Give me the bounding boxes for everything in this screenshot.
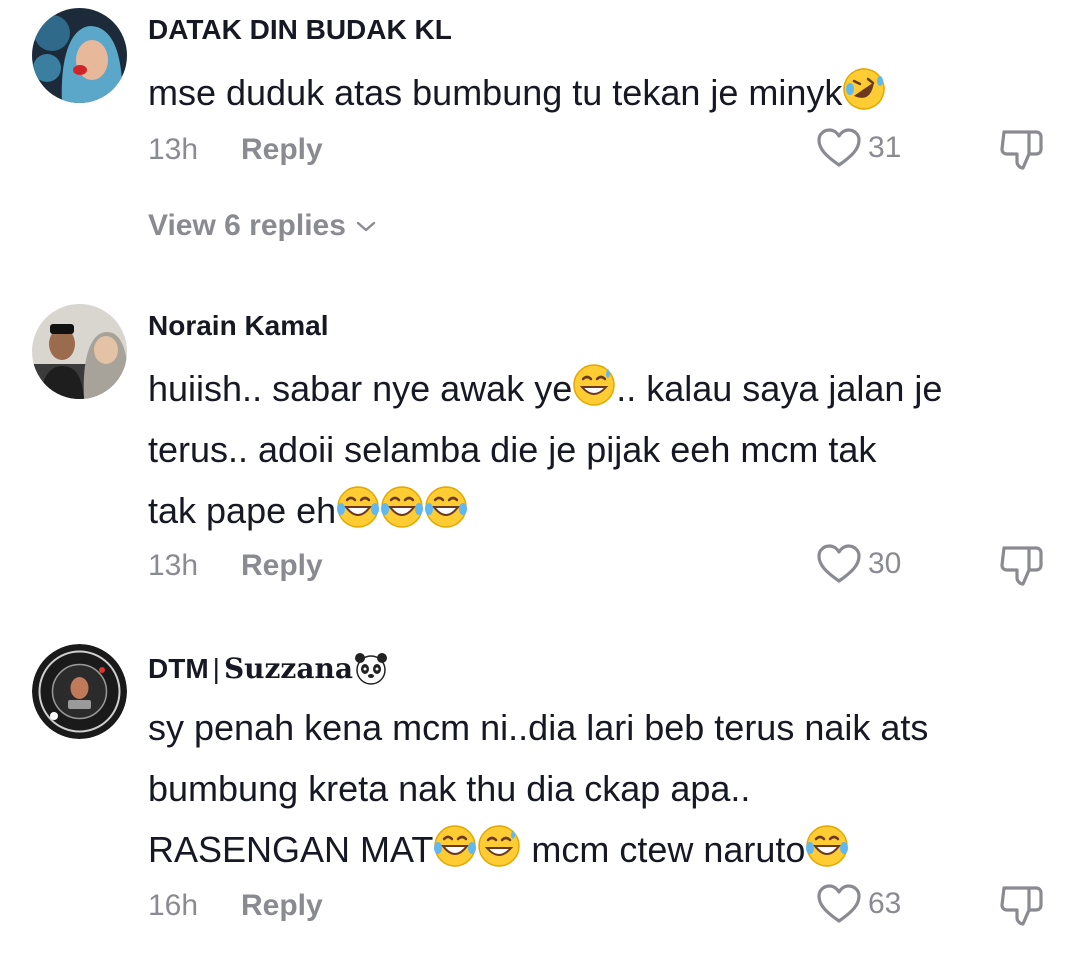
view-replies-label: View 6 replies [148,209,346,242]
like-count: 30 [868,547,902,580]
comment-time: 13h [148,133,199,166]
comment-line: RASENGAN MAT [148,829,434,870]
username-prefix: DTM [148,653,209,684]
like-button[interactable]: 30 [816,541,901,587]
thumbs-down-icon [1000,546,1043,586]
reply-button[interactable]: Reply [241,889,323,923]
thumbs-down-icon [1000,130,1043,170]
like-count: 63 [868,887,902,920]
reply-button[interactable]: Reply [241,549,323,583]
heart-icon [817,128,861,167]
username[interactable]: DTM | Suzzana [148,650,389,686]
like-button[interactable]: 63 [816,881,901,927]
avatar[interactable] [32,304,127,399]
dislike-button[interactable] [998,542,1044,588]
rofl-emoji-icon [842,67,886,111]
comment-text: mse duduk atas bumbung tu tekan je minyk [148,62,1058,123]
username-separator: | [212,653,220,684]
thumbs-down-icon [1000,886,1043,926]
tears-of-joy-emoji-icon [433,824,477,868]
comment-text: huiish.. sabar nye awak ye .. kalau saya … [148,358,1058,541]
heart-icon [817,544,861,583]
comment-time: 13h [148,549,199,582]
dislike-button[interactable] [998,882,1044,928]
comment-line: bumbung kreta nak thu dia ckap apa.. [148,768,751,809]
comment-time: 16h [148,889,199,922]
username[interactable]: DATAK DIN BUDAK KL [148,14,452,46]
view-replies-button[interactable]: View 6 replies [148,209,378,243]
comment-line-tail: mcm ctew naruto [521,829,806,870]
comment-line: mse duduk atas bumbung tu tekan je minyk [148,72,843,113]
comment-line: sy penah kena mcm ni..dia lari beb terus… [148,707,929,748]
avatar[interactable] [32,644,127,739]
chevron-down-icon [356,221,376,232]
username-styled: Suzzana [223,652,353,685]
tears-of-joy-emoji-icon [805,824,849,868]
tears-of-joy-emoji-icon [336,485,380,529]
tears-of-joy-emoji-icon [380,485,424,529]
sweat-smile-emoji-icon [477,824,521,868]
username[interactable]: Norain Kamal [148,310,329,342]
like-count: 31 [868,131,902,164]
comment-line: tak pape eh [148,490,337,531]
comment-text: sy penah kena mcm ni..dia lari beb terus… [148,697,1058,880]
tears-of-joy-emoji-icon [424,485,468,529]
avatar[interactable] [32,8,127,103]
dislike-button[interactable] [998,126,1044,172]
sweat-smile-emoji-icon [572,363,616,407]
comment-line: huiish.. sabar nye awak ye [148,368,573,409]
reply-button[interactable]: Reply [241,133,323,167]
comment-line: terus.. adoii selamba die je pijak eeh m… [148,429,877,470]
panda-icon [353,650,389,686]
comment-line-tail: .. kalau saya jalan je [616,368,943,409]
like-button[interactable]: 31 [816,125,901,171]
heart-icon [817,884,861,923]
